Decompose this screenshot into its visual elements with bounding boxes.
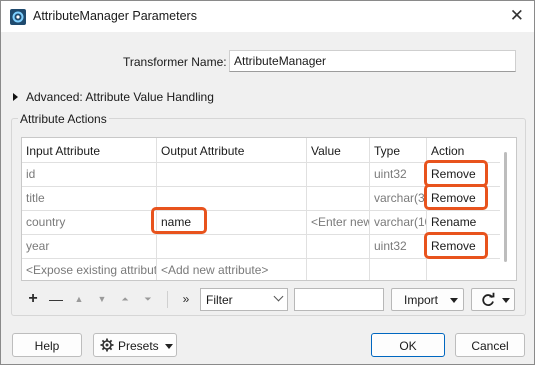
transformer-name-input[interactable]: AttributeManager bbox=[229, 50, 516, 72]
cell-input-attribute[interactable]: id bbox=[22, 162, 156, 186]
presets-button-label: Presets bbox=[118, 339, 159, 353]
column-header-output[interactable]: Output Attribute bbox=[157, 138, 306, 162]
add-new-attribute-cell[interactable]: <Add new attribute> bbox=[157, 258, 306, 280]
more-options-button[interactable]: » bbox=[178, 291, 194, 307]
cell-value[interactable] bbox=[307, 186, 369, 210]
expand-triangle-icon bbox=[13, 93, 18, 101]
cell-value[interactable] bbox=[307, 234, 369, 258]
toolbar-separator bbox=[167, 291, 168, 308]
import-button[interactable]: Import bbox=[391, 288, 464, 311]
column-header-input[interactable]: Input Attribute bbox=[22, 138, 156, 162]
cell-type[interactable]: varchar(36 bbox=[370, 186, 426, 210]
move-to-top-button[interactable]: ⏶ bbox=[117, 291, 133, 307]
column-header-type[interactable]: Type bbox=[370, 138, 426, 162]
gear-icon bbox=[100, 338, 114, 352]
highlight-action-remove-title bbox=[424, 184, 488, 210]
cell-value[interactable]: <Enter new bbox=[307, 210, 369, 234]
filter-dropdown[interactable]: Filter bbox=[200, 288, 288, 311]
move-to-bottom-button[interactable]: ⏷ bbox=[140, 291, 156, 307]
cell-input-attribute[interactable]: title bbox=[22, 186, 156, 210]
cell-input-attribute[interactable]: country bbox=[22, 210, 156, 234]
table-scrollbar[interactable] bbox=[504, 152, 507, 262]
dialog-window: AttributeManager Parameters ✕ Transforme… bbox=[0, 0, 535, 365]
cell-type[interactable]: varchar(10 bbox=[370, 210, 426, 234]
cell-type[interactable]: uint32 bbox=[370, 162, 426, 186]
add-row-button[interactable]: + bbox=[25, 291, 41, 307]
ok-button[interactable]: OK bbox=[371, 333, 445, 357]
remove-row-button[interactable]: — bbox=[48, 291, 64, 307]
caret-down-icon bbox=[502, 298, 510, 303]
column-header-action[interactable]: Action bbox=[427, 138, 500, 162]
presets-button[interactable]: Presets bbox=[93, 333, 177, 357]
import-button-label: Import bbox=[404, 293, 439, 307]
cell-action[interactable]: Rename bbox=[427, 210, 500, 234]
move-up-button[interactable]: ▲ bbox=[71, 291, 87, 307]
expose-existing-attribute-cell[interactable]: <Expose existing attribute bbox=[22, 258, 156, 280]
move-down-button[interactable]: ▼ bbox=[94, 291, 110, 307]
highlight-action-remove-year bbox=[424, 232, 488, 259]
close-icon[interactable]: ✕ bbox=[510, 7, 524, 25]
fme-app-icon bbox=[10, 9, 26, 25]
filter-text-input[interactable] bbox=[294, 288, 384, 311]
title-bar: AttributeManager Parameters ✕ bbox=[1, 1, 534, 32]
filter-dropdown-value: Filter bbox=[206, 293, 233, 307]
help-button[interactable]: Help bbox=[12, 333, 82, 357]
cell-output-attribute[interactable] bbox=[157, 234, 306, 258]
caret-down-icon bbox=[450, 298, 458, 303]
column-header-value[interactable]: Value bbox=[307, 138, 369, 162]
cell-input-attribute[interactable]: year bbox=[22, 234, 156, 258]
chevron-down-icon bbox=[273, 291, 284, 302]
window-title: AttributeManager Parameters bbox=[33, 9, 197, 23]
cancel-button[interactable]: Cancel bbox=[455, 333, 525, 357]
attribute-actions-title: Attribute Actions bbox=[18, 112, 109, 126]
refresh-icon bbox=[482, 292, 495, 306]
caret-down-icon bbox=[165, 344, 173, 349]
highlight-action-remove-id bbox=[424, 160, 488, 187]
transformer-name-label: Transformer Name: bbox=[123, 55, 227, 69]
advanced-section-label: Advanced: Attribute Value Handling bbox=[26, 90, 214, 104]
highlight-output-name bbox=[151, 207, 207, 234]
cell-output-attribute[interactable] bbox=[157, 162, 306, 186]
cell-value[interactable] bbox=[307, 162, 369, 186]
advanced-section-toggle[interactable]: Advanced: Attribute Value Handling bbox=[13, 90, 214, 104]
cell-type[interactable]: uint32 bbox=[370, 234, 426, 258]
refresh-button[interactable] bbox=[471, 288, 515, 311]
